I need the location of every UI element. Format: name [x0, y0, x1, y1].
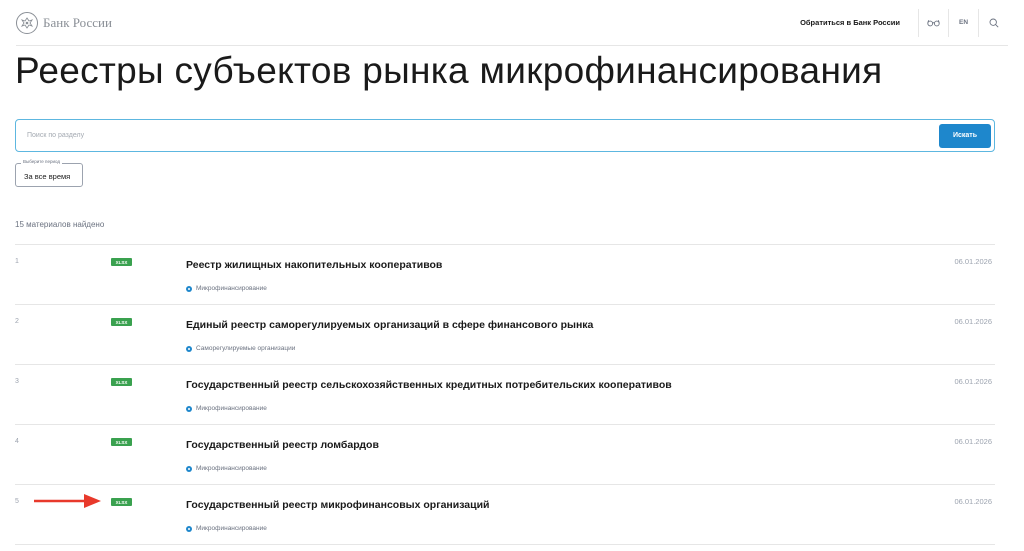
list-item: 4 XLSX Государственный реестр ломбардов … — [15, 425, 995, 485]
row-date: 06.01.2026 — [954, 497, 992, 506]
search-button[interactable]: Искать — [939, 123, 991, 148]
row-title-link[interactable]: Государственный реестр микрофинансовых о… — [186, 499, 490, 511]
tag-dot-icon — [186, 285, 192, 292]
xlsx-badge[interactable]: XLSX — [111, 438, 132, 446]
xlsx-badge[interactable]: XLSX — [111, 258, 132, 266]
results-list: 1 XLSX Реестр жилищных накопительных коо… — [15, 244, 995, 545]
xlsx-badge[interactable]: XLSX — [111, 318, 132, 326]
row-tag[interactable]: Микрофинансирование — [186, 465, 267, 472]
xlsx-badge[interactable]: XLSX — [111, 378, 132, 386]
results-count: 15 материалов найдено — [15, 220, 105, 229]
list-item: 5 XLSX Государственный реестр микрофинан… — [15, 485, 995, 545]
header-actions: Обратиться в Банк России EN — [800, 0, 1008, 45]
row-date: 06.01.2026 — [954, 317, 992, 326]
period-value: За все время — [24, 172, 71, 181]
row-number: 3 — [15, 378, 19, 385]
tag-dot-icon — [186, 405, 192, 412]
period-select[interactable]: Выберите период За все время — [15, 159, 83, 187]
row-tag[interactable]: Микрофинансирование — [186, 285, 267, 292]
language-switch[interactable]: EN — [948, 8, 978, 37]
row-title-link[interactable]: Государственный реестр сельскохозяйствен… — [186, 379, 672, 391]
xlsx-badge[interactable]: XLSX — [111, 498, 132, 506]
row-tag-label: Микрофинансирование — [196, 405, 267, 412]
site-header: Банк России Обратиться в Банк России EN — [16, 0, 1008, 46]
search-input[interactable] — [27, 132, 939, 139]
row-tag[interactable]: Саморегулируемые организации — [186, 345, 295, 352]
row-number: 4 — [15, 438, 19, 445]
search-toggle-button[interactable] — [978, 8, 1008, 37]
row-number: 1 — [15, 258, 19, 265]
contact-link[interactable]: Обратиться в Банк России — [800, 18, 900, 27]
row-title-link[interactable]: Реестр жилищных накопительных кооператив… — [186, 259, 442, 271]
list-item: 2 XLSX Единый реестр саморегулируемых ор… — [15, 305, 995, 365]
tag-dot-icon — [186, 345, 192, 352]
page-title: Реестры субъектов рынка микрофинансирова… — [15, 50, 883, 91]
accessibility-button[interactable] — [918, 8, 948, 37]
bank-emblem-icon — [16, 11, 38, 34]
row-tag[interactable]: Микрофинансирование — [186, 405, 267, 412]
glasses-icon — [927, 19, 940, 26]
row-tag-label: Микрофинансирование — [196, 465, 267, 472]
logo-text: Банк России — [43, 14, 112, 30]
row-number: 5 — [15, 498, 19, 505]
red-arrow-icon — [34, 494, 101, 508]
row-date: 06.01.2026 — [954, 257, 992, 266]
row-date: 06.01.2026 — [954, 377, 992, 386]
logo[interactable]: Банк России — [16, 11, 112, 34]
search-icon — [989, 18, 999, 28]
row-tag-label: Микрофинансирование — [196, 285, 267, 292]
row-title-link[interactable]: Единый реестр саморегулируемых организац… — [186, 319, 593, 331]
language-label: EN — [958, 19, 969, 26]
row-title-link[interactable]: Государственный реестр ломбардов — [186, 439, 379, 451]
row-tag-label: Саморегулируемые организации — [196, 345, 296, 352]
period-label: Выберите период — [21, 159, 63, 164]
row-number: 2 — [15, 318, 19, 325]
row-tag[interactable]: Микрофинансирование — [186, 525, 267, 532]
row-tag-label: Микрофинансирование — [196, 525, 267, 532]
search-box: Искать — [15, 119, 995, 152]
row-date: 06.01.2026 — [954, 437, 992, 446]
list-item: 3 XLSX Государственный реестр сельскохоз… — [15, 365, 995, 425]
tag-dot-icon — [186, 525, 192, 532]
list-item: 1 XLSX Реестр жилищных накопительных коо… — [15, 245, 995, 305]
tag-dot-icon — [186, 465, 192, 472]
